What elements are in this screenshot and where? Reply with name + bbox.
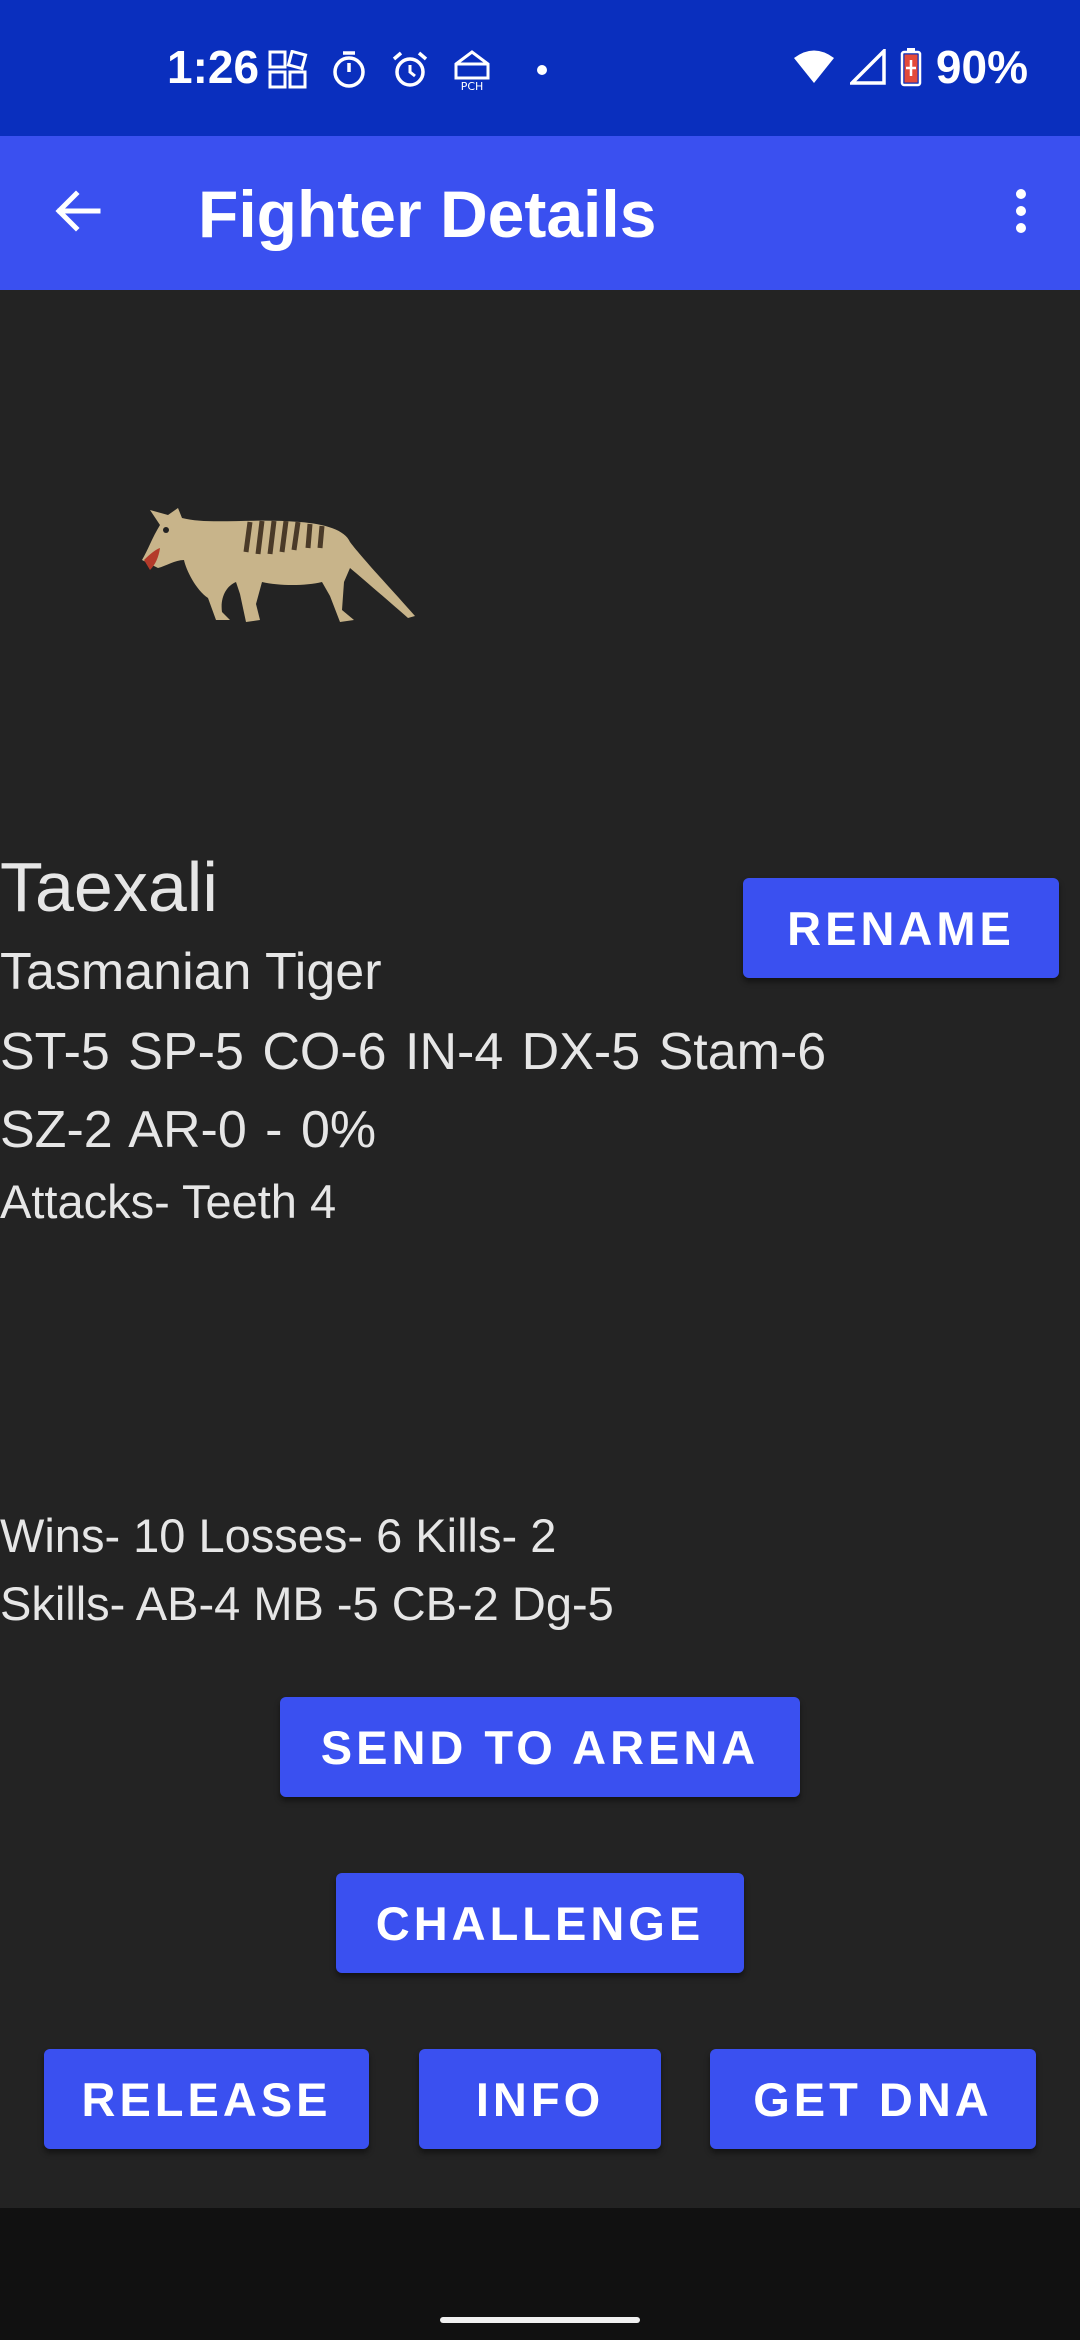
fighter-name: Taexali xyxy=(0,848,218,926)
info-button[interactable]: INFO xyxy=(419,2049,661,2149)
wifi-icon xyxy=(793,50,834,83)
fighter-image xyxy=(142,508,415,622)
timer-icon xyxy=(333,51,365,88)
signal-icon xyxy=(849,49,886,85)
fighter-skills: Skills- AB-4 MB -5 CB-2 Dg-5 xyxy=(0,1577,614,1630)
challenge-button[interactable]: CHALLENGE xyxy=(336,1873,744,1973)
navigation-bar xyxy=(0,2208,1080,2340)
back-button[interactable] xyxy=(42,176,112,246)
svg-text:PCH: PCH xyxy=(461,80,484,92)
fighter-species: Tasmanian Tiger xyxy=(0,943,382,1001)
send-to-arena-button[interactable]: SEND TO ARENA xyxy=(280,1697,800,1797)
fighter-stats-line2: SZ-2 AR-0 - 0% xyxy=(0,1101,377,1159)
page-title: Fighter Details xyxy=(198,177,657,251)
home-gesture-handle[interactable] xyxy=(440,2317,640,2323)
dot-icon xyxy=(537,65,547,75)
status-notification-icons: PCH xyxy=(268,48,554,92)
app-bar: Fighter Details xyxy=(0,136,1080,290)
fighter-attacks: Attacks- Teeth 4 xyxy=(0,1175,337,1228)
release-button[interactable]: RELEASE xyxy=(44,2049,369,2149)
alarm-icon xyxy=(392,51,428,87)
battery-icon xyxy=(900,48,922,87)
get-dna-button[interactable]: GET DNA xyxy=(710,2049,1036,2149)
back-arrow-icon xyxy=(55,190,101,232)
fighter-stats-line1: ST-5 SP-5 CO-6 IN-4 DX-5 Stam-6 xyxy=(0,1023,827,1081)
pch-icon: PCH xyxy=(454,50,490,92)
more-vert-icon xyxy=(1016,189,1026,233)
status-system-icons: 90% xyxy=(792,40,1028,94)
rename-button[interactable]: RENAME xyxy=(743,878,1059,978)
fighter-record: Wins- 10 Losses- 6 Kills- 2 xyxy=(0,1509,557,1562)
status-time: 1:26 xyxy=(167,41,260,93)
status-bar: 1:26 PCH 90% xyxy=(0,0,1080,136)
fighter-details-content: Taexali RENAME Tasmanian Tiger ST-5 SP-5… xyxy=(0,290,1080,2208)
battery-percent: 90% xyxy=(935,41,1028,93)
widgets-icon xyxy=(268,50,308,89)
more-options-button[interactable] xyxy=(986,176,1056,246)
